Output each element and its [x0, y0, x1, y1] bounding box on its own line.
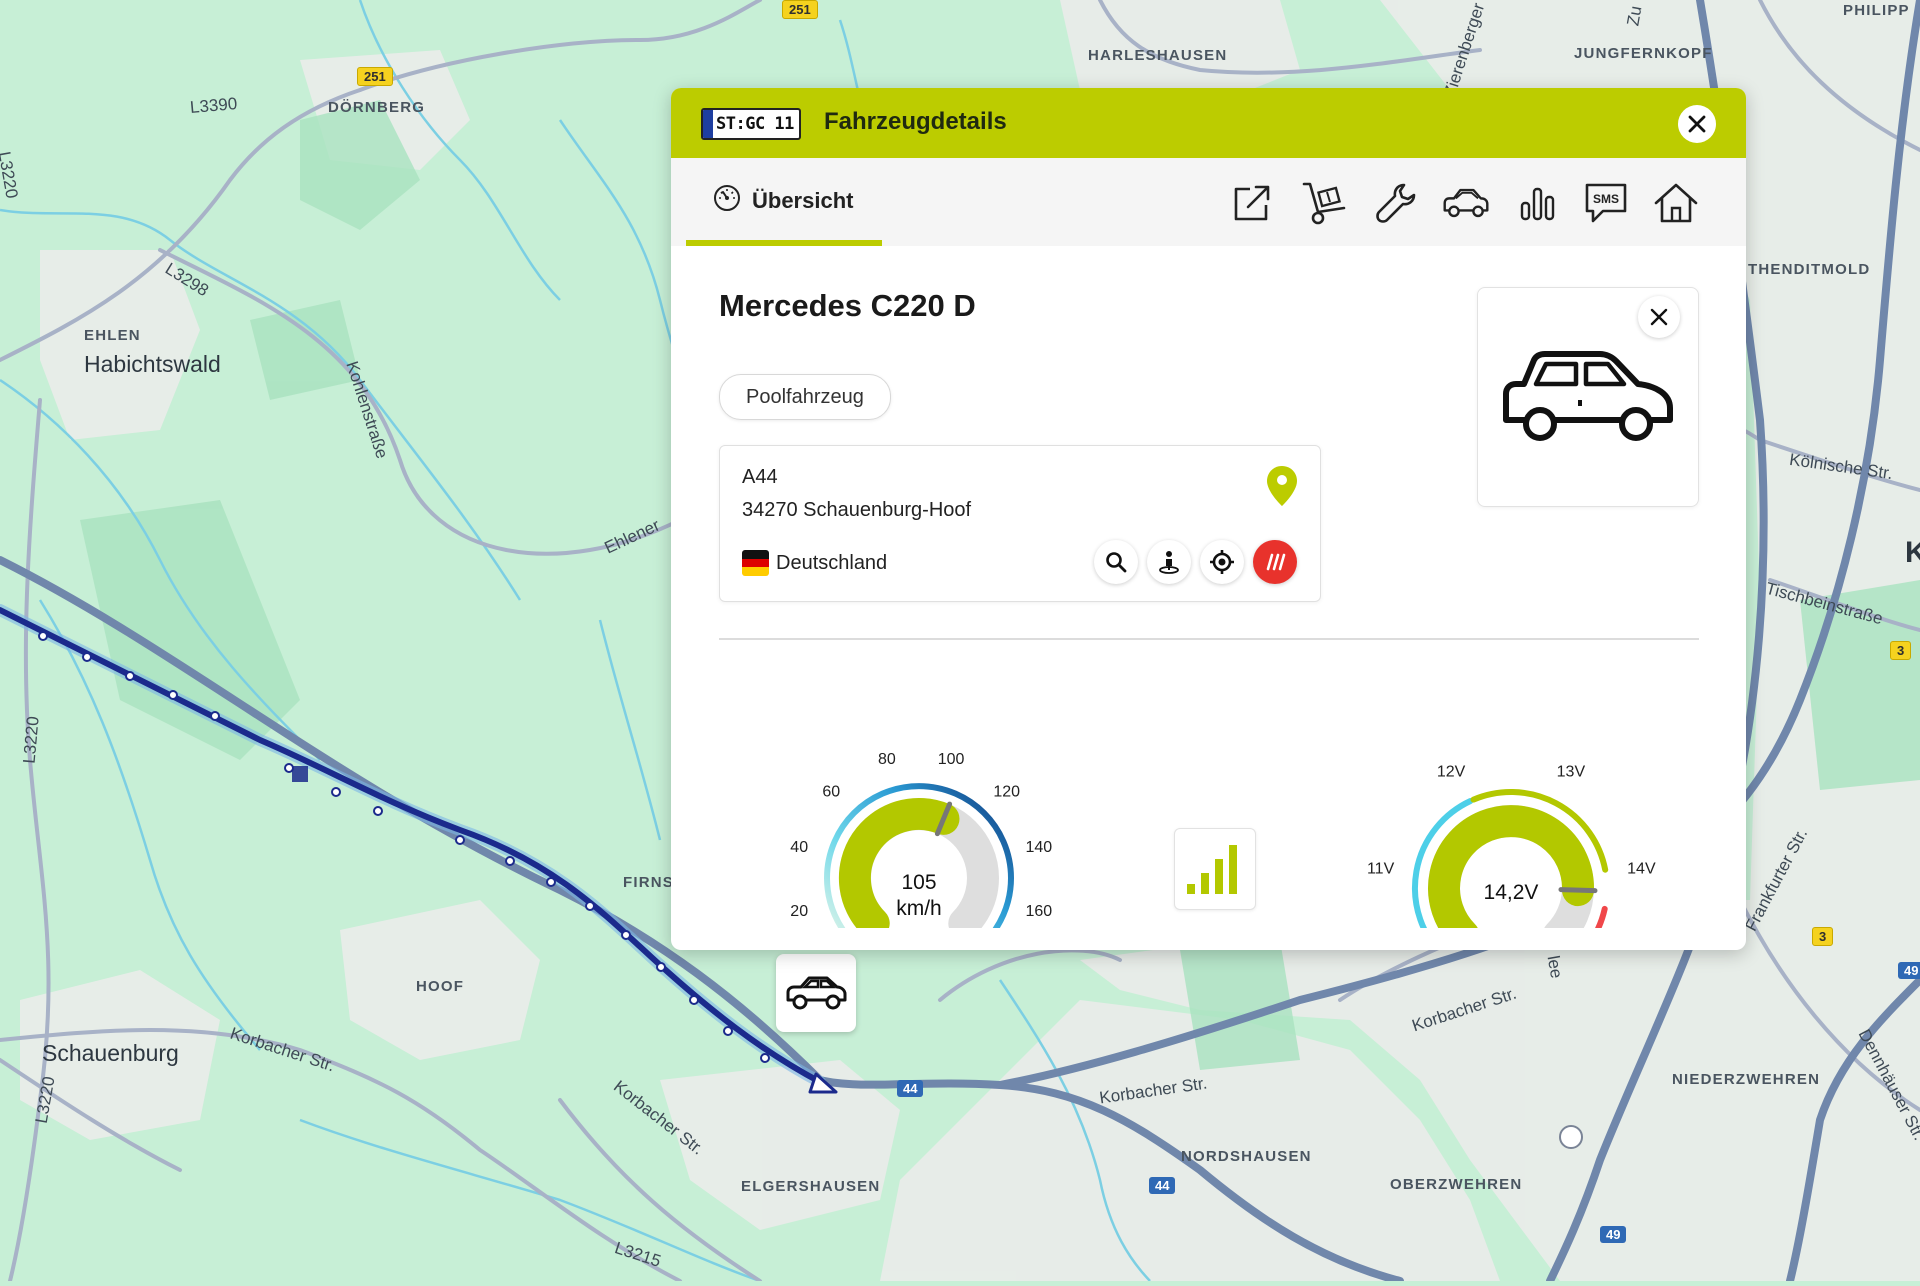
location-card: A44 34270 Schauenburg-Hoof Deutschland	[719, 445, 1321, 602]
location-pin-icon[interactable]	[1265, 464, 1299, 508]
road-shield: 251	[357, 67, 393, 86]
vehicle-image-card	[1477, 287, 1699, 507]
place-label: FIRNS	[623, 874, 674, 891]
active-tab-indicator	[686, 240, 882, 246]
car-icon	[786, 976, 847, 1010]
address-city: 34270 Schauenburg-Hoof	[742, 499, 972, 521]
close-icon	[1650, 308, 1668, 326]
voltage-tick-label: 12V	[1437, 763, 1466, 780]
eu-strip	[703, 110, 713, 138]
road-shield: 3	[1890, 641, 1912, 660]
street-view-button[interactable]	[1147, 540, 1191, 584]
voltage-tick-label: 13V	[1557, 763, 1586, 780]
section-divider	[719, 638, 1699, 640]
place-label: ELGERSHAUSEN	[741, 1178, 881, 1195]
speed-tick-label: 60	[822, 783, 840, 800]
speed-value: 105	[901, 871, 936, 894]
panel-header: ST:GC 11 Fahrzeugdetails	[671, 88, 1746, 158]
license-plate-text: ST:GC 11	[716, 114, 794, 134]
close-panel-button[interactable]	[1678, 105, 1716, 143]
service-button[interactable]	[1371, 178, 1421, 228]
speed-unit: km/h	[896, 897, 942, 920]
place-label: NIEDERZWEHREN	[1672, 1071, 1821, 1088]
vehicle-name: Mercedes C220 D	[719, 288, 976, 323]
place-label: JUNGFERNKOPF	[1574, 45, 1713, 62]
car-icon	[1443, 188, 1489, 218]
street-label: L3390	[189, 93, 238, 118]
town-label: K	[1905, 536, 1920, 569]
statistics-button[interactable]	[1513, 178, 1563, 228]
center-location-button[interactable]	[1200, 540, 1244, 584]
signal-bars-icon	[1187, 845, 1237, 894]
home-button[interactable]	[1651, 178, 1701, 228]
road-shield: 251	[782, 0, 818, 19]
road-shield: 49	[1898, 962, 1920, 979]
svg-text:SMS: SMS	[1593, 192, 1619, 206]
tab-bar: Übersicht SMS	[671, 158, 1746, 246]
voltage-value: 14,2V	[1484, 881, 1539, 904]
vehicle-details-panel: ST:GC 11 Fahrzeugdetails Übersicht SMS M…	[671, 88, 1746, 950]
place-label: HARLESHAUSEN	[1088, 47, 1228, 64]
sms-icon: SMS	[1585, 183, 1627, 223]
external-link-icon	[1234, 185, 1270, 221]
voltage-gauge-needle	[1558, 887, 1598, 894]
road-shield: 44	[897, 1080, 924, 1097]
license-plate: ST:GC 11	[701, 108, 801, 140]
alert-button[interactable]	[1253, 540, 1297, 584]
address-country: Deutschland	[776, 552, 888, 574]
speed-tick-label: 40	[790, 839, 808, 856]
speed-gauge: 020406080100120140160180 105 km/h	[790, 751, 1052, 928]
hand-truck-icon	[1302, 182, 1346, 225]
search-location-button[interactable]	[1094, 540, 1138, 584]
home-icon	[1654, 183, 1698, 223]
street-label: lee	[1543, 954, 1567, 980]
speed-tick-label: 20	[790, 903, 808, 920]
place-label: PHILIPP	[1843, 2, 1910, 19]
logistics-button[interactable]	[1299, 178, 1349, 228]
panel-title: Fahrzeugdetails	[824, 108, 1007, 135]
town-label: Habichtswald	[84, 351, 221, 377]
road-shield: 3	[1812, 927, 1834, 946]
remove-image-button[interactable]	[1638, 296, 1680, 338]
vehicle-marker[interactable]	[776, 954, 856, 1032]
signal-strength	[1174, 828, 1256, 910]
crosshair-icon	[1210, 550, 1234, 574]
vehicle-button[interactable]	[1441, 178, 1491, 228]
speed-tick-label: 100	[938, 751, 965, 768]
place-label: NORDSHAUSEN	[1181, 1148, 1312, 1165]
street-view-icon	[1159, 551, 1179, 574]
voltage-tick-label: 14V	[1627, 860, 1656, 877]
wrench-icon	[1376, 183, 1416, 223]
town-label: Schauenburg	[42, 1040, 179, 1066]
speed-tick-label: 120	[993, 783, 1020, 800]
place-label: EHLEN	[84, 327, 141, 344]
tab-overview[interactable]: Übersicht	[686, 158, 882, 246]
speed-tick-label: 140	[1025, 839, 1052, 856]
voltage-tick-label: 11V	[1367, 860, 1395, 877]
search-icon	[1106, 552, 1127, 573]
speed-tick-label: 80	[878, 751, 896, 768]
road-shield: 44	[1149, 1177, 1176, 1194]
germany-flag-icon	[742, 550, 769, 576]
place-label: HOOF	[416, 978, 465, 995]
street-label: Zu	[1623, 4, 1646, 28]
voltage-gauge: 10V11V12V13V14V15V 14,2V	[1367, 763, 1656, 928]
sms-button[interactable]: SMS	[1581, 178, 1631, 228]
car-icon	[1503, 351, 1673, 441]
speed-tick-label: 160	[1025, 903, 1052, 920]
place-label: THENDITMOLD	[1748, 261, 1871, 278]
speedometer-icon	[714, 185, 740, 211]
road-shield: 49	[1600, 1226, 1627, 1243]
place-label: OBERZWEHREN	[1390, 1176, 1523, 1193]
stripes-icon	[1266, 553, 1286, 571]
bar-chart-icon	[1520, 187, 1555, 221]
vehicle-tag: Poolfahrzeug	[719, 374, 891, 420]
open-external-button[interactable]	[1227, 178, 1277, 228]
address-street: A44	[742, 466, 778, 488]
close-icon	[1688, 115, 1706, 133]
street-label: L3220	[19, 715, 43, 765]
place-label: DÖRNBERG	[328, 99, 426, 116]
tab-overview-label: Übersicht	[752, 188, 854, 213]
